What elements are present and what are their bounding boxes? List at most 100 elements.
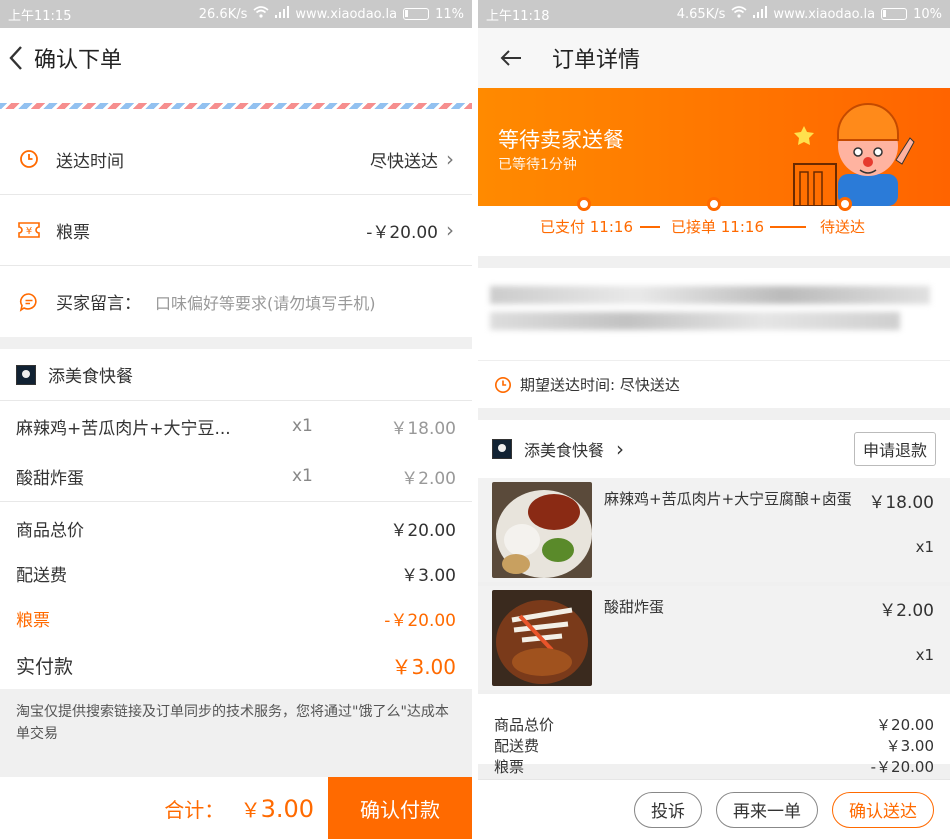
banner-subtext: 已等待1分钟 <box>498 157 577 173</box>
chevron-right-icon[interactable]: › <box>616 437 624 461</box>
order-actions: 投诉 再来一单 确认送达 <box>478 779 950 839</box>
status-time: 上午11:18 <box>486 8 550 24</box>
item-qty: x1 <box>915 538 934 556</box>
goods-total-row: 商品总价 ￥20.00 <box>16 506 456 551</box>
battery-icon <box>403 8 430 20</box>
comment-icon <box>18 291 40 313</box>
progress-step-accepted: 已接单 11:16 <box>671 218 764 236</box>
buyer-message-input[interactable]: 口味偏好等要求(请勿填写手机) <box>155 290 376 314</box>
item-qty: x1 <box>915 646 934 664</box>
progress-dot <box>707 197 721 211</box>
item-qty: x1 <box>292 416 313 436</box>
summary-row: 粮票 -￥20.00 <box>494 756 934 777</box>
shop-header: 添美食快餐 › 申请退款 <box>478 420 950 478</box>
progress-dot <box>838 197 852 211</box>
summary-label: 粮票 <box>494 758 525 776</box>
battery-level: 10% <box>913 6 942 22</box>
network-speed: 4.65K/s <box>676 6 726 22</box>
paid-value: ￥3.00 <box>391 654 456 679</box>
item-price: ￥18.00 <box>868 493 934 513</box>
network-speed: 26.6K/s <box>198 6 248 22</box>
shop-logo <box>492 439 512 459</box>
order-item: 麻辣鸡+苦瓜肉片+大宁豆腐酿+卤蛋 ￥18.00 x1 <box>478 478 950 582</box>
shop-name: 添美食快餐 <box>48 367 133 387</box>
delivery-time-row[interactable]: 送达时间 尽快送达 › <box>0 124 472 195</box>
back-icon[interactable] <box>8 45 24 71</box>
summary-row: 商品总价 ￥20.00 <box>494 714 934 735</box>
item-name: 麻辣鸡+苦瓜肉片+大宁豆... <box>16 418 231 439</box>
apply-refund-button[interactable]: 申请退款 <box>853 432 936 466</box>
status-bar: 上午11:15 26.6K/s www.xiaodao.la 11% <box>0 0 472 28</box>
clock-icon <box>18 148 40 170</box>
envelope-divider <box>0 88 472 124</box>
summary-value: ￥20.00 <box>876 716 934 734</box>
delivery-time-value: 尽快送达 <box>370 151 438 172</box>
food-photo-icon <box>492 482 592 578</box>
total-currency: ￥ <box>240 797 261 822</box>
total-value: 3.00 <box>260 794 314 823</box>
coupon-value: -￥20.00 <box>366 222 438 243</box>
status-time: 上午11:15 <box>8 8 72 24</box>
battery-icon <box>881 8 908 20</box>
delivery-address-redacted <box>478 268 950 360</box>
svg-text:¥: ¥ <box>26 226 32 237</box>
banner-headline: 等待卖家送餐 <box>498 128 624 152</box>
summary-row: 配送费 ￥3.00 <box>494 735 934 756</box>
list-item: 酸甜炸蛋 x1 ￥2.00 <box>0 451 472 501</box>
complain-button[interactable]: 投诉 <box>634 791 702 828</box>
summary-value: -￥20.00 <box>870 758 934 776</box>
site-label: www.xiaodao.la <box>773 6 876 22</box>
summary-label: 配送费 <box>494 737 540 755</box>
page-title: 订单详情 <box>552 48 641 73</box>
delivery-time-label: 送达时间 <box>56 151 124 172</box>
summary-label: 商品总价 <box>494 716 555 734</box>
reorder-button[interactable]: 再来一单 <box>716 791 818 828</box>
buyer-message-row[interactable]: 买家留言： 口味偏好等要求(请勿填写手机) <box>0 266 472 337</box>
status-banner: 等待卖家送餐 已等待1分钟 <box>478 88 950 206</box>
expected-delivery-text: 期望送达时间: 尽快送达 <box>520 376 680 394</box>
item-price: ￥2.00 <box>879 601 934 621</box>
confirm-order-screen: 上午11:15 26.6K/s www.xiaodao.la 11% 确认下单 … <box>0 0 472 839</box>
confirm-delivery-button[interactable]: 确认送达 <box>832 791 934 828</box>
confirm-pay-button[interactable]: 确认付款 <box>328 777 472 839</box>
site-label: www.xiaodao.la <box>295 6 398 22</box>
service-notice: 淘宝仅提供搜索链接及订单同步的技术服务，您将通过"饿了么"达成本单交易 <box>0 689 472 759</box>
buyer-message-label: 买家留言： <box>56 294 141 314</box>
chevron-right-icon: › <box>446 218 454 242</box>
shop-name[interactable]: 添美食快餐 <box>524 437 604 461</box>
shipping-label: 配送费 <box>16 566 67 586</box>
coupon-discount-row: 粮票 -￥20.00 <box>16 596 456 641</box>
goods-total-value: ￥20.00 <box>390 521 456 541</box>
shop-header: 添美食快餐 <box>0 349 472 401</box>
coupon-row[interactable]: ¥ 粮票 -￥20.00 › <box>0 195 472 266</box>
app-bar: 确认下单 <box>0 28 472 88</box>
order-total: 合计： ￥3.00 <box>164 794 314 823</box>
back-arrow-icon[interactable] <box>500 49 522 67</box>
coupon-discount-value: -￥20.00 <box>384 611 456 631</box>
goods-total-label: 商品总价 <box>16 521 84 541</box>
shipping-value: ￥3.00 <box>401 566 456 586</box>
status-bar: 上午11:18 4.65K/s www.xiaodao.la 10% <box>478 0 950 28</box>
item-price: ￥2.00 <box>401 468 456 489</box>
signal-icon <box>275 6 290 22</box>
battery-level: 11% <box>435 6 464 22</box>
price-summary: 商品总价 ￥20.00 配送费 ￥3.00 粮票 -￥20.00 <box>478 694 950 776</box>
shipping-row: 配送费 ￥3.00 <box>16 551 456 596</box>
order-item: 酸甜炸蛋 ￥2.00 x1 <box>478 586 950 690</box>
paid-label: 实付款 <box>16 655 74 678</box>
courier-illustration-icon <box>793 103 915 206</box>
item-price: ￥18.00 <box>390 418 456 439</box>
total-label: 合计： <box>164 797 225 822</box>
coupon-label: 粮票 <box>56 222 90 243</box>
progress-step-delivering: 待送达 <box>820 218 866 236</box>
item-name: 酸甜炸蛋 <box>16 468 84 489</box>
order-detail-screen: 上午11:18 4.65K/s www.xiaodao.la 10% 订单详情 … <box>478 0 950 839</box>
ticket-icon: ¥ <box>18 219 40 241</box>
expected-delivery-row: 期望送达时间: 尽快送达 <box>478 360 950 408</box>
price-summary: 商品总价 ￥20.00 配送费 ￥3.00 粮票 -￥20.00 实付款 ￥3.… <box>0 501 472 689</box>
signal-icon <box>753 6 768 22</box>
list-item: 麻辣鸡+苦瓜肉片+大宁豆... x1 ￥18.00 <box>0 401 472 451</box>
clock-icon <box>494 376 512 394</box>
page-title: 确认下单 <box>34 48 123 73</box>
progress-step-paid: 已支付 11:16 <box>540 218 633 236</box>
